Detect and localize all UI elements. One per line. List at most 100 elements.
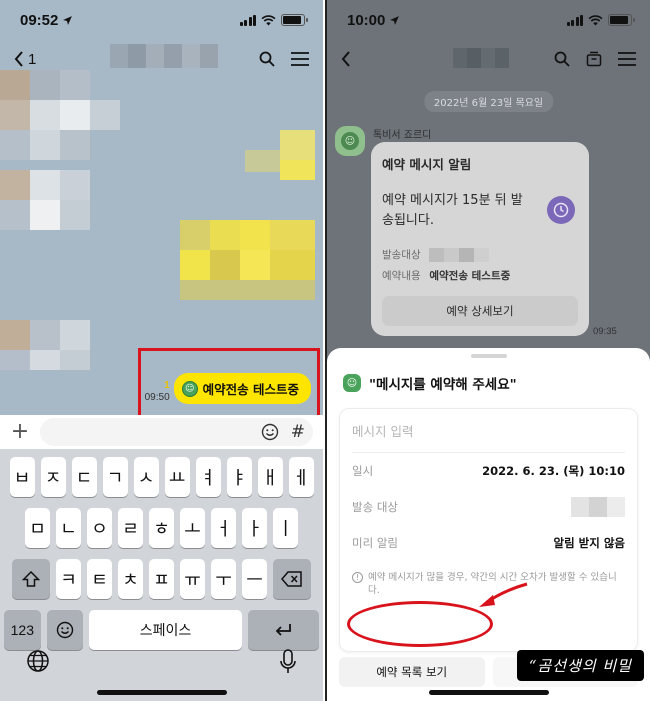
return-icon: [276, 624, 292, 636]
sheet-grabber[interactable]: [470, 354, 507, 358]
back-button[interactable]: 1: [14, 51, 36, 68]
location-arrow-icon: [390, 15, 400, 25]
left-phone-screen: 09:52 1 1 09:50 ☺ 예약전송 테스트중 + # ㅂ ㅈ ㄷ ㄱ …: [0, 0, 325, 701]
chevron-left-icon: [14, 51, 23, 67]
home-indicator: [428, 690, 549, 695]
chat-header: [327, 40, 650, 78]
key-3[interactable]: ㅇ: [87, 508, 112, 548]
clock-icon: [547, 196, 575, 224]
key-7[interactable]: ㅓ: [211, 508, 236, 548]
datetime-row[interactable]: 일시 2022. 6. 23. (목) 10:10: [352, 453, 625, 489]
backspace-key[interactable]: [273, 559, 311, 599]
drawer-icon[interactable]: [586, 51, 602, 67]
read-count: 1: [164, 380, 170, 391]
search-icon[interactable]: [554, 51, 570, 67]
unread-count: 1: [28, 50, 37, 68]
highlight-oval: [347, 601, 493, 647]
key-9[interactable]: ㅣ: [273, 508, 298, 548]
menu-icon[interactable]: [291, 52, 309, 66]
wifi-icon: [261, 14, 276, 26]
message-time: 09:50: [144, 392, 170, 403]
card-time: 09:35: [593, 326, 617, 337]
reservation-detail-button[interactable]: 예약 상세보기: [382, 296, 578, 326]
globe-icon[interactable]: [26, 649, 50, 673]
sender-name: 톡비서 죠르디: [373, 130, 432, 141]
key-9[interactable]: ㅐ: [257, 457, 283, 497]
back-button[interactable]: [341, 51, 351, 67]
reminder-value: 알림 받지 않음: [553, 536, 626, 550]
battery-icon: [608, 14, 635, 26]
hashtag-icon[interactable]: #: [291, 422, 305, 442]
battery-icon: [281, 14, 308, 26]
wifi-icon: [588, 14, 603, 26]
blurred-recipient: [571, 497, 625, 517]
right-phone-screen: 10:00 2022년 6월 23일 목요일 ☺ 톡비서 죠르디 예약 메시지 …: [327, 0, 650, 701]
key-5[interactable]: ㅎ: [149, 508, 174, 548]
reminder-row[interactable]: 미리 알림 알림 받지 않음: [352, 525, 625, 561]
backspace-icon: [281, 571, 302, 587]
key-8[interactable]: ㅑ: [226, 457, 252, 497]
recipient-label: 발송 대상: [352, 500, 398, 514]
watermark: “곰선생의 비밀: [516, 650, 644, 681]
key-7[interactable]: ㅡ: [242, 559, 267, 599]
message-input[interactable]: 메시지 입력: [352, 409, 625, 453]
key-6[interactable]: ㅜ: [211, 559, 236, 599]
status-bar: 10:00: [327, 0, 650, 40]
key-2[interactable]: ㄴ: [56, 508, 81, 548]
card-body: 예약 메시지가 15분 뒤 발송됩니다.: [382, 193, 523, 228]
key-8[interactable]: ㅏ: [242, 508, 267, 548]
key-2[interactable]: ㅈ: [40, 457, 66, 497]
jordy-emoji-icon: ☺: [343, 374, 361, 392]
key-10[interactable]: ㅔ: [288, 457, 314, 497]
recipient-label: 발송대상: [382, 249, 421, 261]
location-arrow-icon: [63, 15, 73, 25]
key-5[interactable]: ㅅ: [133, 457, 159, 497]
key-1[interactable]: ㅋ: [56, 559, 81, 599]
reservation-alert-card: 예약 메시지 알림 예약 메시지가 15분 뒤 발송됩니다. 발송대상 예약내용…: [371, 142, 589, 336]
datetime-label: 일시: [352, 464, 374, 478]
status-time: 10:00: [347, 11, 386, 29]
red-arrow-icon: [479, 582, 528, 607]
key-6[interactable]: ㅛ: [164, 457, 190, 497]
content-label: 예약내용: [382, 270, 421, 282]
key-3[interactable]: ㄷ: [71, 457, 97, 497]
recipient-row[interactable]: 발송 대상: [352, 489, 625, 525]
menu-icon[interactable]: [618, 52, 636, 66]
microphone-icon[interactable]: [279, 649, 297, 675]
card-meta: 발송대상 예약내용 예약전송 테스트중: [382, 245, 578, 287]
key-1[interactable]: ㅂ: [9, 457, 35, 497]
search-icon[interactable]: [259, 51, 275, 67]
key-7[interactable]: ㅕ: [195, 457, 221, 497]
shift-icon: [22, 571, 40, 587]
blurred-recipient: [429, 248, 490, 262]
cell-signal-icon: [239, 14, 256, 26]
card-title: 예약 메시지 알림: [382, 157, 472, 172]
key-3[interactable]: ㅊ: [118, 559, 143, 599]
reservation-list-button[interactable]: 예약 목록 보기: [339, 657, 485, 687]
key-1[interactable]: ㅁ: [25, 508, 50, 548]
message-input-bar: + #: [0, 415, 323, 449]
sheet-title-row: ☺ "메시지를 예약해 주세요": [343, 373, 517, 393]
sender-avatar[interactable]: ☺: [335, 126, 365, 156]
emoji-smile-icon: [56, 621, 74, 639]
key-4[interactable]: ㄹ: [118, 508, 143, 548]
key-2[interactable]: ㅌ: [87, 559, 112, 599]
message-bubble[interactable]: ☺ 예약전송 테스트중: [173, 373, 311, 404]
status-bar: 09:52: [0, 0, 323, 40]
key-6[interactable]: ㅗ: [180, 508, 205, 548]
emoticon-icon[interactable]: [261, 423, 279, 441]
info-icon: !: [352, 572, 363, 583]
message-input[interactable]: #: [40, 418, 313, 446]
key-4[interactable]: ㅍ: [149, 559, 174, 599]
chevron-left-icon: [341, 51, 350, 67]
blurred-chat-title: [110, 44, 220, 68]
date-divider: 2022년 6월 23일 목요일: [423, 91, 554, 112]
blurred-chat-messages: [0, 70, 323, 370]
blurred-chat-title: [453, 48, 509, 68]
key-5[interactable]: ㅠ: [180, 559, 205, 599]
plus-icon[interactable]: +: [10, 421, 30, 443]
shift-key[interactable]: [12, 559, 50, 599]
key-4[interactable]: ㄱ: [102, 457, 128, 497]
reminder-label: 미리 알림: [352, 536, 398, 550]
jordy-emoji-icon: ☺: [181, 380, 198, 397]
